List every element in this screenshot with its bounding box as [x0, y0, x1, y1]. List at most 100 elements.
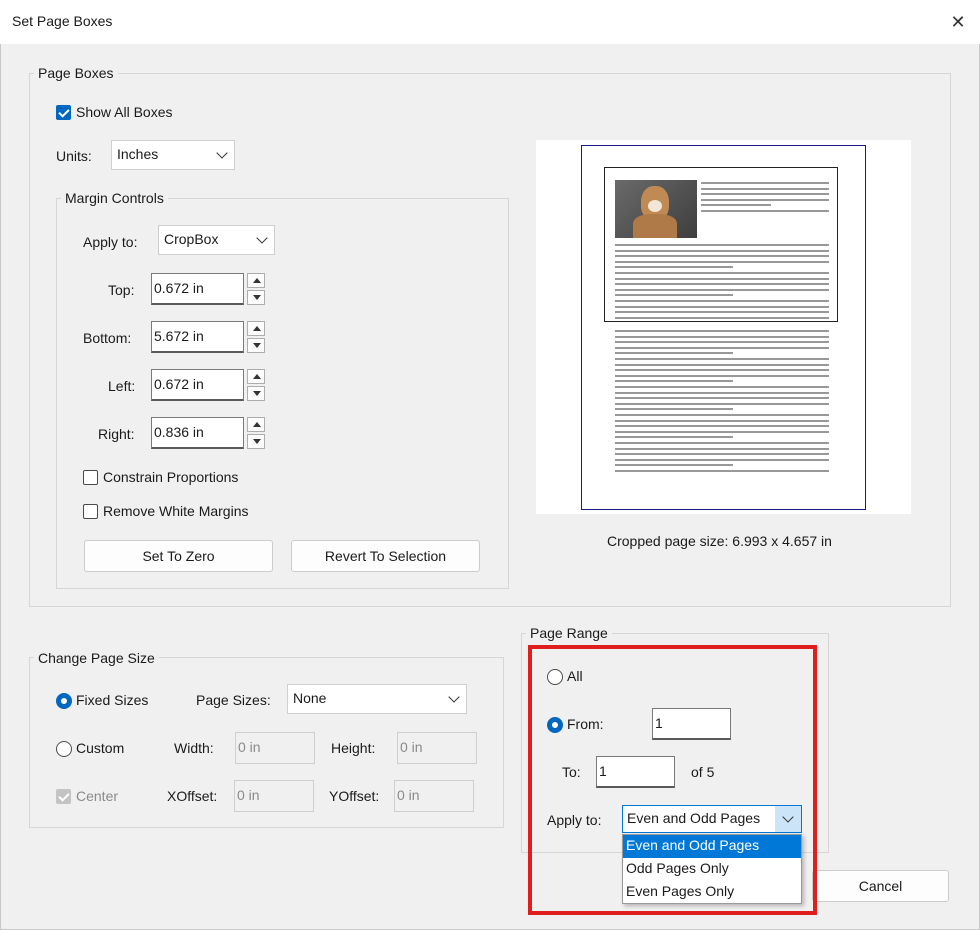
preview-text-line: [701, 204, 772, 207]
left-spin-down[interactable]: [247, 386, 265, 401]
height-label: Height:: [331, 740, 376, 756]
constrain-proportions-label: Constrain Proportions: [103, 469, 239, 485]
right-margin-input[interactable]: 0.836 in: [151, 417, 244, 449]
left-spin-up[interactable]: [247, 369, 265, 384]
page-boxes-legend: Page Boxes: [34, 65, 118, 81]
preview-text-line: [615, 436, 733, 439]
preview-text-line: [615, 255, 829, 258]
preview-photo: [615, 180, 697, 238]
top-margin-input[interactable]: 0.672 in: [151, 273, 244, 305]
preview-text-line: [615, 442, 829, 444]
preview-text-line: [615, 316, 829, 319]
change-page-size-legend: Change Page Size: [34, 650, 159, 666]
custom-radio[interactable]: [56, 741, 72, 757]
preview-text-line: [615, 397, 829, 400]
bottom-spin-up[interactable]: [247, 321, 265, 336]
preview-text-line: [615, 458, 829, 461]
left-label: Left:: [108, 378, 136, 394]
chevron-down-icon: [448, 691, 460, 703]
preview-text-line: [701, 187, 829, 190]
preview-text-line: [615, 419, 829, 422]
cancel-button[interactable]: Cancel: [812, 870, 949, 902]
preview-text-line: [615, 430, 829, 433]
preview-text-line: [615, 408, 733, 411]
yoffset-input[interactable]: 0 in: [394, 780, 474, 812]
page-preview: [536, 140, 911, 514]
preview-text-line: [615, 363, 829, 366]
fixed-sizes-radio[interactable]: [56, 693, 72, 709]
preview-text-line: [615, 249, 829, 252]
units-label: Units:: [56, 148, 92, 164]
bottom-margin-input[interactable]: 5.672 in: [151, 321, 244, 353]
preview-text-line: [615, 283, 829, 286]
chevron-down-icon: [256, 232, 268, 244]
top-spin-up[interactable]: [247, 273, 265, 288]
preview-text-line: [615, 425, 829, 428]
custom-label: Custom: [76, 740, 125, 756]
center-label: Center: [76, 788, 119, 804]
width-input[interactable]: 0 in: [235, 732, 315, 764]
xoffset-label: XOffset:: [167, 788, 218, 804]
annotation-highlight-box: [528, 645, 817, 915]
preview-text-line: [615, 453, 829, 456]
units-select[interactable]: Inches: [111, 140, 235, 170]
preview-text-line: [615, 266, 733, 269]
right-spin-down[interactable]: [247, 434, 265, 449]
preview-text-line: [615, 272, 829, 274]
preview-text-line: [615, 311, 829, 314]
preview-text-line: [615, 335, 829, 338]
preview-text-line: [615, 470, 829, 472]
left-margin-input[interactable]: 0.672 in: [151, 369, 244, 401]
center-checkbox[interactable]: [56, 789, 71, 804]
yoffset-label: YOffset:: [329, 788, 380, 804]
apply-to-box-value: CropBox: [164, 231, 219, 247]
apply-to-label: Apply to:: [83, 234, 138, 250]
preview-text-line: [615, 358, 829, 360]
right-label: Right:: [98, 426, 135, 442]
xoffset-input[interactable]: 0 in: [234, 780, 314, 812]
page-sizes-label: Page Sizes:: [196, 692, 271, 708]
preview-text-line: [615, 380, 733, 383]
preview-text-line: [615, 447, 829, 450]
right-spin-up[interactable]: [247, 417, 265, 432]
apply-to-box-select[interactable]: CropBox: [158, 225, 275, 255]
preview-text-line: [615, 260, 829, 263]
top-spin-down[interactable]: [247, 290, 265, 305]
preview-text-line: [615, 294, 733, 297]
preview-text-line: [615, 244, 829, 246]
preview-text-line: [701, 210, 829, 212]
preview-text-line: [615, 277, 829, 280]
revert-to-selection-button[interactable]: Revert To Selection: [291, 540, 480, 572]
preview-text-line: [615, 402, 829, 405]
preview-text-line: [701, 193, 829, 196]
page-sizes-value: None: [293, 690, 327, 706]
constrain-proportions-checkbox[interactable]: [83, 470, 98, 485]
height-input[interactable]: 0 in: [397, 732, 477, 764]
show-all-boxes-checkbox[interactable]: [56, 105, 71, 120]
preview-text-line: [615, 288, 829, 291]
remove-white-margins-checkbox[interactable]: [83, 504, 98, 519]
dialog-title: Set Page Boxes: [12, 13, 113, 29]
top-label: Top:: [108, 282, 135, 298]
page-range-legend: Page Range: [526, 625, 612, 641]
bottom-label: Bottom:: [83, 330, 132, 346]
preview-text-line: [615, 464, 733, 467]
units-value: Inches: [117, 146, 159, 162]
preview-text-line: [615, 330, 829, 332]
preview-text-line: [615, 341, 829, 344]
preview-text-line: [615, 369, 829, 372]
preview-text-line: [615, 391, 829, 394]
close-icon[interactable]: ✕: [944, 8, 972, 36]
set-to-zero-button[interactable]: Set To Zero: [84, 540, 273, 572]
preview-text-line: [615, 300, 829, 302]
chevron-down-icon: [216, 147, 228, 159]
preview-text-line: [615, 346, 829, 349]
margin-controls-legend: Margin Controls: [61, 190, 168, 206]
title-bar: [0, 0, 980, 44]
preview-text-line: [615, 352, 733, 355]
fixed-sizes-label: Fixed Sizes: [76, 692, 149, 708]
bottom-spin-down[interactable]: [247, 338, 265, 353]
remove-white-margins-label: Remove White Margins: [103, 503, 249, 519]
preview-text-line: [615, 414, 829, 416]
page-sizes-select[interactable]: None: [287, 684, 467, 714]
